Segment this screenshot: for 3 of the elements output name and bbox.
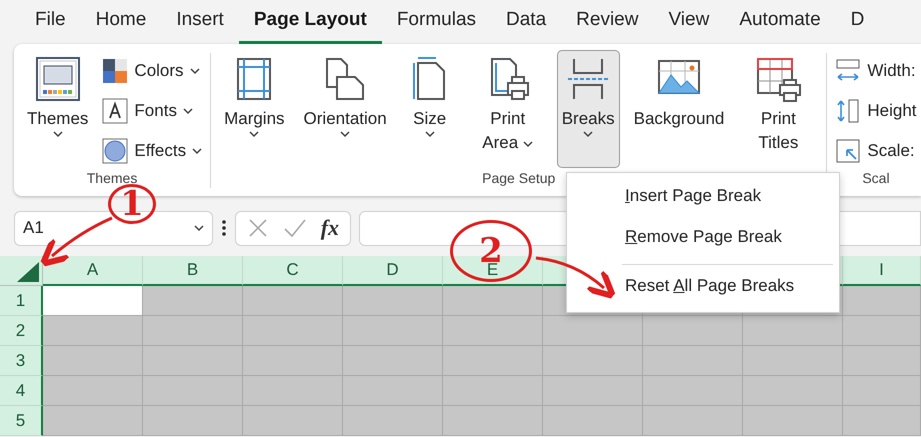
group-label: Scal [861,170,891,188]
annotation-label: 1 [108,184,156,224]
group-label: Page Setup [481,170,556,188]
